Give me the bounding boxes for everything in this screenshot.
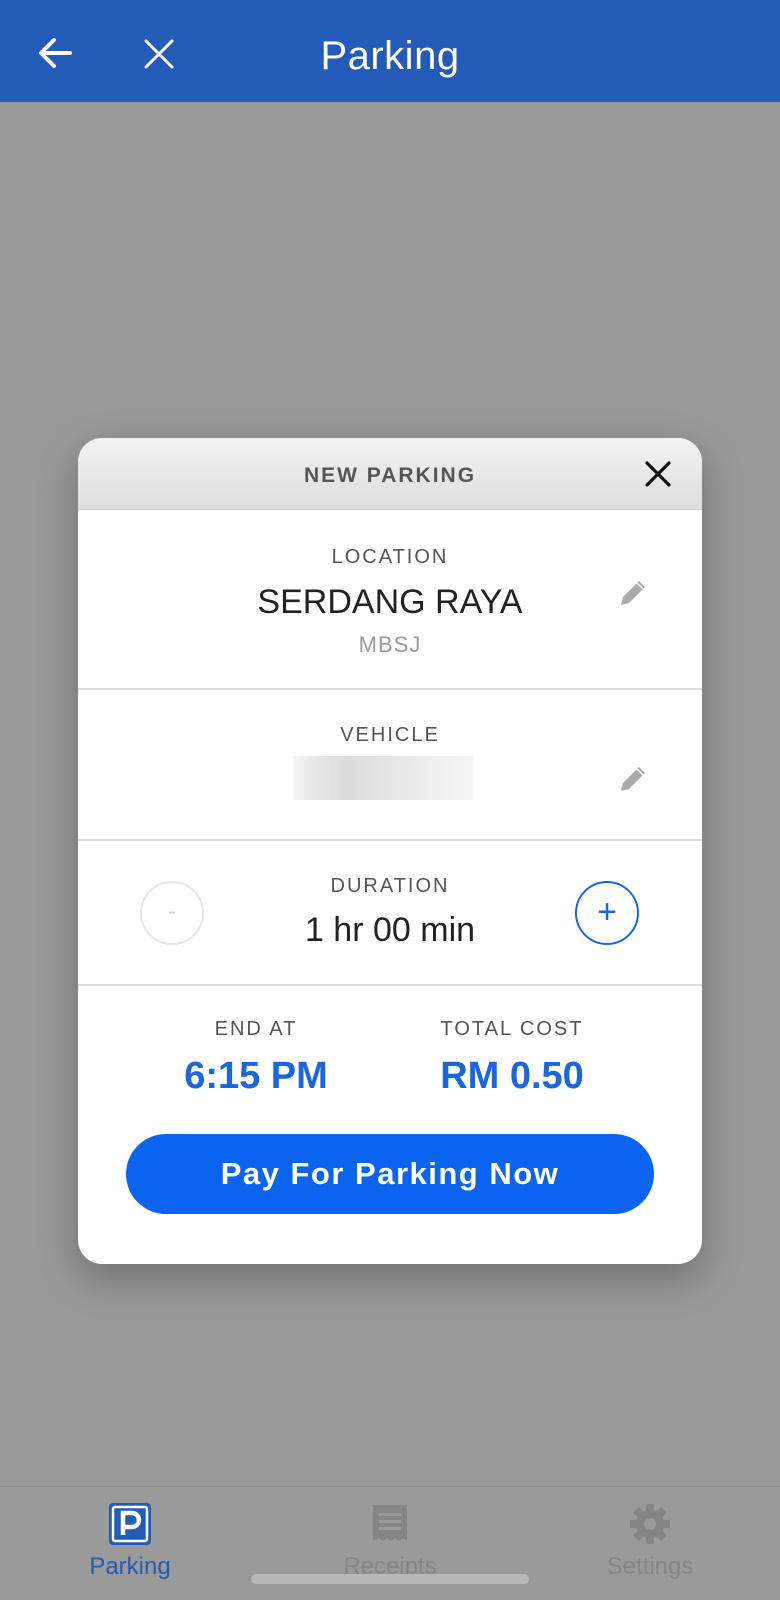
duration-section: - DURATION 1 hr 00 min + [78, 841, 702, 986]
gear-icon [630, 1504, 670, 1544]
pencil-icon[interactable] [616, 576, 650, 610]
location-label: LOCATION [331, 546, 449, 568]
end-at-label: END AT [214, 1018, 298, 1040]
summary-section: END AT 6:15 PM TOTAL COST RM 0.50 Pay Fo… [78, 986, 702, 1264]
app-bar: Parking [0, 0, 780, 102]
new-parking-dialog: NEW PARKING LOCATION SERDANG RAYA MBSJ V… [78, 438, 702, 1264]
pay-for-parking-button[interactable]: Pay For Parking Now [126, 1134, 654, 1214]
tab-label: Parking [89, 1553, 171, 1580]
vehicle-label: VEHICLE [340, 724, 440, 746]
receipt-icon [373, 1505, 407, 1541]
pencil-icon[interactable] [616, 762, 650, 796]
total-cost-label: TOTAL COST [440, 1018, 584, 1040]
page-title: Parking [320, 34, 460, 78]
increase-duration-button[interactable]: + [575, 881, 639, 945]
end-at-block: END AT 6:15 PM [156, 1018, 356, 1098]
parking-icon [109, 1503, 151, 1545]
location-authority: MBSJ [358, 632, 422, 657]
vehicle-plate-redacted [293, 756, 473, 800]
end-at-value: 6:15 PM [184, 1055, 328, 1097]
total-cost-value: RM 0.50 [440, 1055, 584, 1097]
vehicle-section: VEHICLE [78, 690, 702, 841]
dialog-title: NEW PARKING [303, 464, 477, 487]
location-name: SERDANG RAYA [257, 583, 523, 621]
total-cost-block: TOTAL COST RM 0.50 [422, 1018, 602, 1098]
close-icon[interactable] [644, 460, 672, 488]
tab-settings[interactable]: Settings [570, 1501, 730, 1581]
home-indicator [251, 1574, 529, 1584]
tab-parking[interactable]: Parking [50, 1501, 210, 1581]
tab-label: Settings [606, 1553, 694, 1580]
dialog-header: NEW PARKING [78, 438, 702, 510]
tab-receipts[interactable]: Receipts [310, 1501, 470, 1581]
location-section: LOCATION SERDANG RAYA MBSJ [78, 510, 702, 690]
